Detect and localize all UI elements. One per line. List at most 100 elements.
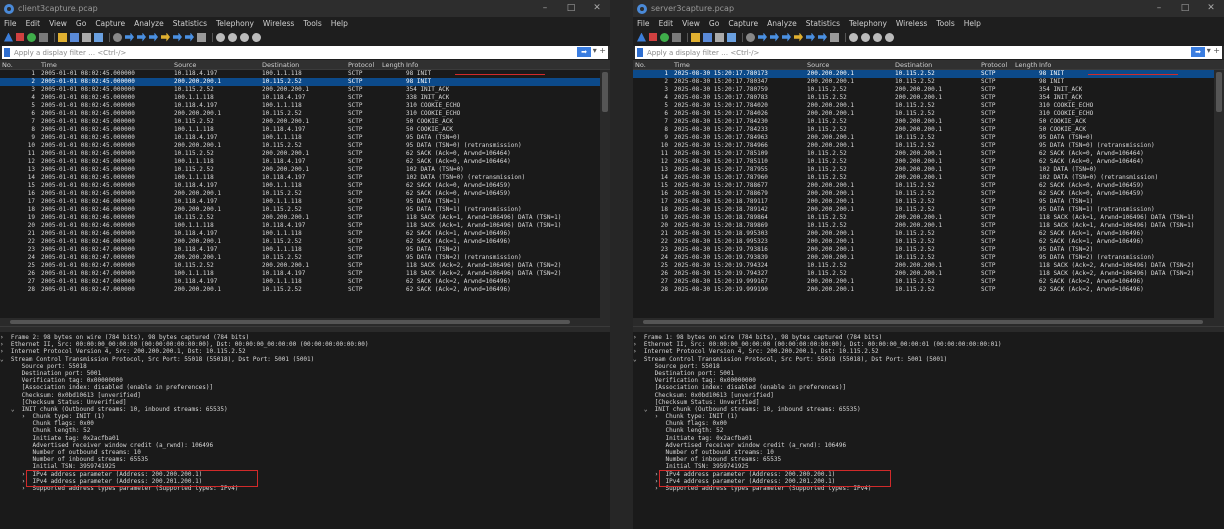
maximize-button[interactable]: □ bbox=[558, 0, 584, 17]
shark-fin-start-icon[interactable] bbox=[637, 32, 646, 42]
find-icon[interactable] bbox=[746, 32, 755, 42]
detail-line[interactable]: [Association index: disabled (enable in … bbox=[633, 384, 1224, 391]
horizontal-scrollbar[interactable] bbox=[0, 318, 610, 326]
detail-line[interactable]: › Frame 1: 98 bytes on wire (784 bits), … bbox=[633, 334, 1224, 341]
packet-row[interactable]: 25 2025-08-30 15:20:19.794324 10.115.2.52 2… bbox=[633, 262, 1224, 270]
packet-row[interactable]: 5 2025-08-30 15:20:17.784020 200.200.200.1… bbox=[633, 102, 1224, 110]
save-icon[interactable] bbox=[703, 32, 712, 42]
first-icon[interactable] bbox=[794, 32, 803, 42]
detail-line[interactable]: › Ethernet II, Src: 00:00:00_00:00:00 (0… bbox=[633, 341, 1224, 348]
packet-row[interactable]: 27 2025-08-30 15:20:19.999167 200.200.200.… bbox=[633, 278, 1224, 286]
detail-line[interactable]: Number of inbound streams: 65535 bbox=[0, 456, 610, 463]
autoscroll-icon[interactable] bbox=[185, 32, 194, 42]
packet-row[interactable]: 10 2005-01-01 08:02:45.000000 200.200.200.… bbox=[0, 142, 610, 150]
menu-edit[interactable]: Edit bbox=[26, 19, 41, 28]
packet-row[interactable]: 8 2005-01-01 08:02:45.000000 100.1.1.118 10… bbox=[0, 126, 610, 134]
detail-line[interactable]: Chunk flags: 0x00 bbox=[633, 420, 1224, 427]
scrollbar-thumb[interactable] bbox=[10, 320, 570, 324]
options-icon[interactable] bbox=[672, 32, 681, 42]
packet-row[interactable]: 16 2005-01-01 08:02:45.000000 200.200.200.… bbox=[0, 190, 610, 198]
packet-row[interactable]: 23 2025-08-30 15:20:19.793816 200.200.200.… bbox=[633, 246, 1224, 254]
detail-line[interactable]: Chunk length: 52 bbox=[0, 427, 610, 434]
packet-row[interactable]: 26 2025-08-30 15:20:19.794327 10.115.2.52 2… bbox=[633, 270, 1224, 278]
column-header-destination[interactable]: Destination bbox=[262, 61, 348, 69]
packet-row[interactable]: 2 2025-08-30 15:20:17.780347 200.200.200.1… bbox=[633, 78, 1224, 86]
detail-line[interactable]: ⌄ INIT chunk (Outbound streams: 10, inbo… bbox=[633, 406, 1224, 413]
packet-row[interactable]: 8 2025-08-30 15:20:17.784233 10.115.2.52 20… bbox=[633, 126, 1224, 134]
forward-icon[interactable] bbox=[770, 32, 779, 42]
packet-row[interactable]: 21 2005-01-01 08:02:46.000000 10.118.4.197… bbox=[0, 230, 610, 238]
detail-line[interactable]: › Frame 2: 98 bytes on wire (784 bits), … bbox=[0, 334, 610, 341]
packet-row[interactable]: 22 2005-01-01 08:02:46.000000 200.200.200.… bbox=[0, 238, 610, 246]
detail-line[interactable]: [Association index: disabled (enable in … bbox=[0, 384, 610, 391]
detail-line[interactable]: Initiate tag: 0x2acfba01 bbox=[633, 435, 1224, 442]
packet-row[interactable]: 24 2025-08-30 15:20:19.793839 200.200.200.… bbox=[633, 254, 1224, 262]
menu-help[interactable]: Help bbox=[331, 19, 348, 28]
menu-capture[interactable]: Capture bbox=[95, 19, 125, 28]
zoom-normal-icon[interactable] bbox=[873, 32, 882, 42]
colorize-icon[interactable] bbox=[830, 32, 839, 42]
colorize-icon[interactable] bbox=[197, 32, 206, 42]
zoom-out-icon[interactable] bbox=[861, 32, 870, 42]
menu-help[interactable]: Help bbox=[964, 19, 981, 28]
packet-row[interactable]: 15 2025-08-30 15:20:17.788677 200.200.200.… bbox=[633, 182, 1224, 190]
packet-row[interactable]: 19 2005-01-01 08:02:46.000000 10.115.2.52 2… bbox=[0, 214, 610, 222]
vertical-scrollbar[interactable] bbox=[600, 70, 610, 318]
resize-columns-icon[interactable] bbox=[252, 32, 261, 42]
packet-row[interactable]: 12 2025-08-30 15:20:17.785110 10.115.2.52 2… bbox=[633, 158, 1224, 166]
menu-go[interactable]: Go bbox=[709, 19, 719, 28]
packet-row[interactable]: 13 2025-08-30 15:20:17.787955 10.115.2.52 2… bbox=[633, 166, 1224, 174]
packet-row[interactable]: 12 2005-01-01 08:02:45.000000 100.1.1.118 1… bbox=[0, 158, 610, 166]
menu-wireless[interactable]: Wireless bbox=[263, 19, 294, 28]
first-icon[interactable] bbox=[161, 32, 170, 42]
detail-line[interactable]: Source port: 55018 bbox=[633, 363, 1224, 370]
packet-row[interactable]: 17 2005-01-01 08:02:46.000000 10.118.4.197… bbox=[0, 198, 610, 206]
menu-analyze[interactable]: Analyze bbox=[134, 19, 164, 28]
menu-wireless[interactable]: Wireless bbox=[896, 19, 927, 28]
detail-line[interactable]: Number of outbound streams: 10 bbox=[633, 449, 1224, 456]
menu-tools[interactable]: Tools bbox=[936, 19, 954, 28]
detail-line[interactable]: Source port: 55018 bbox=[0, 363, 610, 370]
column-header-length[interactable]: Length bbox=[382, 61, 406, 69]
detail-line[interactable]: ⌄ Stream Control Transmission Protocol, … bbox=[0, 356, 610, 363]
packet-row[interactable]: 7 2005-01-01 08:02:45.000000 10.115.2.52 20… bbox=[0, 118, 610, 126]
zoom-out-icon[interactable] bbox=[228, 32, 237, 42]
packet-row[interactable]: 25 2005-01-01 08:02:47.000000 10.115.2.52 2… bbox=[0, 262, 610, 270]
vertical-scrollbar[interactable] bbox=[1214, 70, 1224, 318]
back-icon[interactable] bbox=[125, 32, 134, 42]
packet-row[interactable]: 13 2005-01-01 08:02:45.000000 10.115.2.52 2… bbox=[0, 166, 610, 174]
packet-row[interactable]: 18 2005-01-01 08:02:46.000000 200.200.200.… bbox=[0, 206, 610, 214]
column-header-protocol[interactable]: Protocol bbox=[348, 61, 382, 69]
menu-telephony[interactable]: Telephony bbox=[849, 19, 887, 28]
display-filter-input[interactable]: Apply a display filter … <Ctrl-/> ➡ ▾ + bbox=[635, 46, 1222, 59]
close-button[interactable]: ✕ bbox=[1198, 0, 1224, 17]
column-header-info[interactable]: Info bbox=[406, 61, 418, 69]
close-file-icon[interactable] bbox=[715, 32, 724, 42]
menu-file[interactable]: File bbox=[637, 19, 650, 28]
zoom-in-icon[interactable] bbox=[216, 32, 225, 42]
packet-row[interactable]: 15 2005-01-01 08:02:45.000000 10.118.4.197… bbox=[0, 182, 610, 190]
column-header-source[interactable]: Source bbox=[174, 61, 262, 69]
detail-line[interactable]: › Chunk type: INIT (1) bbox=[0, 413, 610, 420]
reload-icon[interactable] bbox=[94, 32, 103, 42]
options-icon[interactable] bbox=[39, 32, 48, 42]
menu-view[interactable]: View bbox=[682, 19, 700, 28]
last-icon[interactable] bbox=[806, 32, 815, 42]
menu-file[interactable]: File bbox=[4, 19, 17, 28]
packet-row[interactable]: 9 2005-01-01 08:02:45.000000 10.118.4.197 1… bbox=[0, 134, 610, 142]
menu-capture[interactable]: Capture bbox=[728, 19, 758, 28]
packet-row[interactable]: 6 2025-08-30 15:20:17.784026 200.200.200.1… bbox=[633, 110, 1224, 118]
packet-row[interactable]: 20 2005-01-01 08:02:46.000000 100.1.1.118 1… bbox=[0, 222, 610, 230]
column-header-no[interactable]: No. bbox=[0, 61, 38, 69]
detail-line[interactable]: Checksum: 0x0bd10613 [unverified] bbox=[633, 392, 1224, 399]
last-icon[interactable] bbox=[173, 32, 182, 42]
apply-filter-icon[interactable]: ➡ bbox=[577, 47, 591, 57]
add-filter-button-icon[interactable]: ▾ + bbox=[593, 46, 606, 55]
detail-line[interactable]: Initiate tag: 0x2acfba01 bbox=[0, 435, 610, 442]
minimize-button[interactable]: – bbox=[1146, 0, 1172, 17]
detail-line[interactable]: ⌄ INIT chunk (Outbound streams: 10, inbo… bbox=[0, 406, 610, 413]
detail-line[interactable]: › Chunk type: INIT (1) bbox=[633, 413, 1224, 420]
packet-row[interactable]: 27 2005-01-01 08:02:47.000000 10.118.4.197… bbox=[0, 278, 610, 286]
detail-line[interactable]: Chunk flags: 0x00 bbox=[0, 420, 610, 427]
packet-row[interactable]: 3 2025-08-30 15:20:17.780759 10.115.2.52 20… bbox=[633, 86, 1224, 94]
